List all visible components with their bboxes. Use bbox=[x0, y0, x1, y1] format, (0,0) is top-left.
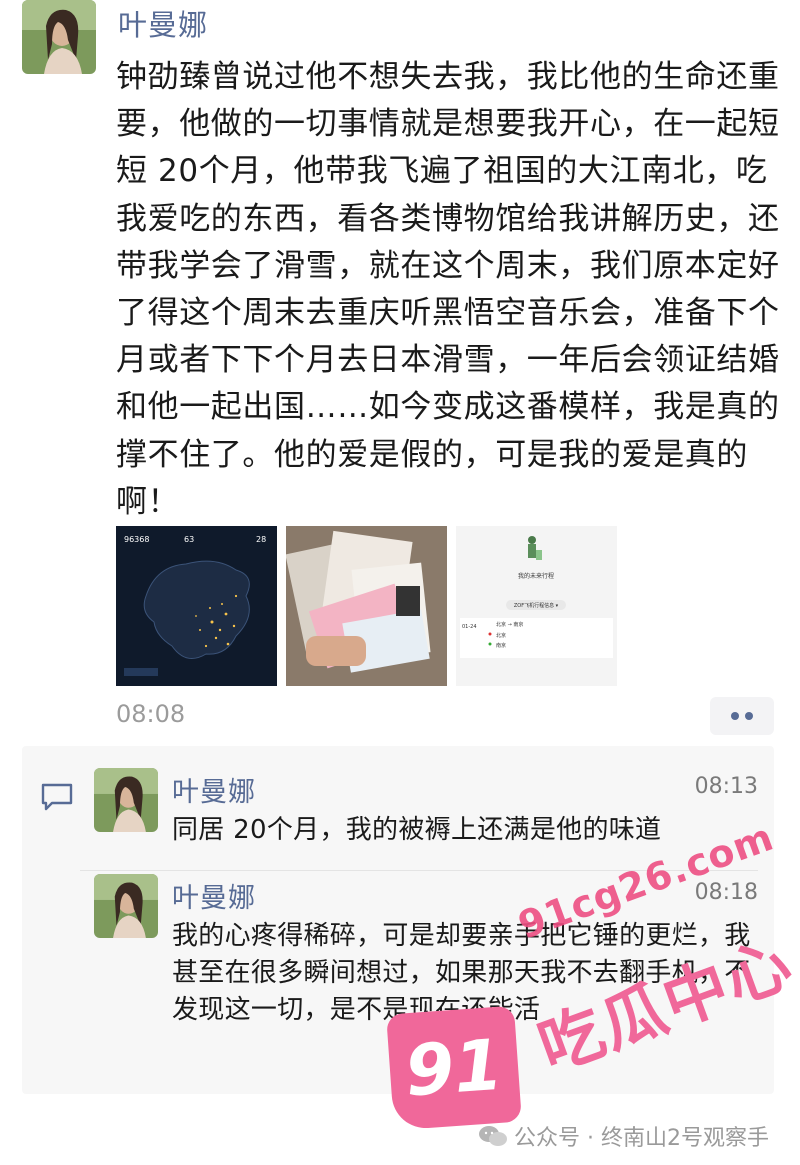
tickets-photo-image[interactable] bbox=[286, 526, 447, 686]
itinerary-date: 01-24 bbox=[462, 624, 477, 630]
map-stat-1: 96368 bbox=[124, 535, 149, 544]
more-options-button[interactable] bbox=[710, 697, 774, 735]
travel-map-image[interactable]: 96368 63 28 bbox=[116, 526, 277, 686]
post-time: 08:08 bbox=[116, 700, 186, 728]
itinerary-route: 北京 → 南京 bbox=[496, 621, 523, 628]
watermark-logo: 91 bbox=[386, 1005, 522, 1131]
author-avatar[interactable] bbox=[22, 0, 96, 74]
map-stat-2: 63 bbox=[184, 535, 194, 544]
post-author-name[interactable]: 叶曼娜 bbox=[118, 2, 208, 44]
post-image-grid: 96368 63 28 我的未来行程 ZOF飞机行程信息 ▾ 01-24 北京 … bbox=[116, 526, 617, 686]
itinerary-screenshot-image[interactable]: 我的未来行程 ZOF飞机行程信息 ▾ 01-24 北京 → 南京 北京 南京 bbox=[456, 526, 617, 686]
comment-time: 08:18 bbox=[694, 880, 758, 905]
more-dot-icon bbox=[731, 712, 739, 720]
wechat-icon bbox=[479, 1126, 507, 1146]
comment-text: 同居 20个月，我的被褥上还满是他的味道 bbox=[172, 815, 662, 845]
itinerary-to: 南京 bbox=[496, 642, 506, 649]
commenter-name[interactable]: 叶曼娜 bbox=[172, 770, 256, 809]
footer-source: 公众号 · 终南山2号观察手 bbox=[478, 1120, 769, 1152]
watermark-logo-text: 91 bbox=[402, 1023, 506, 1113]
moments-post: 叶曼娜 钟劭臻曾说过他不想失去我，我比他的生命还重要，他做的一切事情就是想要我开… bbox=[0, 0, 800, 745]
post-content: 钟劭臻曾说过他不想失去我，我比他的生命还重要，他做的一切事情就是想要我开心，在一… bbox=[116, 59, 780, 520]
itinerary-button: ZOF飞机行程信息 ▾ bbox=[514, 602, 559, 609]
commenter-avatar[interactable] bbox=[94, 874, 158, 938]
commenter-name[interactable]: 叶曼娜 bbox=[172, 876, 256, 915]
map-stat-3: 28 bbox=[256, 535, 266, 544]
itinerary-from: 北京 bbox=[496, 632, 506, 639]
footer-text: 公众号 · 终南山2号观察手 bbox=[514, 1126, 769, 1151]
itinerary-title: 我的未来行程 bbox=[518, 572, 554, 580]
more-dot-icon bbox=[745, 712, 753, 720]
commenter-avatar[interactable] bbox=[94, 768, 158, 832]
comment-time: 08:13 bbox=[694, 774, 758, 799]
comment-icon bbox=[41, 783, 73, 811]
